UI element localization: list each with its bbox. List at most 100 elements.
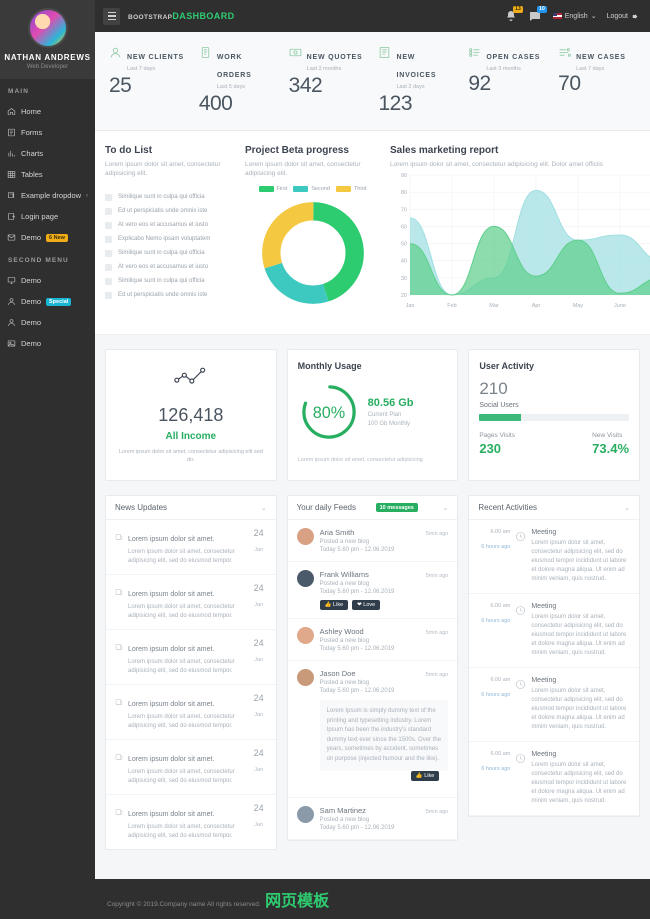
checkbox-icon[interactable] <box>105 208 112 215</box>
todo-item-label: At vero eos et accusamus et iusto <box>118 264 208 270</box>
messages-button[interactable]: 10 <box>529 9 543 23</box>
todo-item[interactable]: Ed ut perspiciatis unde omnis iste <box>105 288 235 302</box>
sidebar-item-main-3[interactable]: Tables <box>0 164 95 185</box>
todo-item-label: Explicabo Nemo ipsam voluptatem <box>118 236 210 242</box>
sidebar-item-main-2[interactable]: Charts <box>0 143 95 164</box>
news-item[interactable]: Lorem ipsum dolor sit amet. Lorem ipsum … <box>106 630 276 685</box>
stat-card-3: NEW INVOICES Last 2 days 123 <box>374 46 460 116</box>
sidebar-item-main-4[interactable]: Example dropdown ‹ <box>0 185 95 206</box>
content-scroll: NEW CLIENTS Last 7 days 25 WORK ORDERS L… <box>95 32 650 879</box>
activity-item[interactable]: 6.00 am 6 hours ago Meeting Lorem ipsum … <box>469 520 639 594</box>
sidebar-item-second-0[interactable]: Demo <box>0 270 95 291</box>
news-month: Jan <box>254 547 263 553</box>
news-item[interactable]: Lorem ipsum dolor sit amet. Lorem ipsum … <box>106 520 276 575</box>
checkbox-icon[interactable] <box>105 236 112 243</box>
news-month: Jan <box>254 602 263 608</box>
stat-title: NEW CLIENTS <box>127 54 184 61</box>
main-area: BOOTSTRAPDASHBOARD 13 10 English ⌄ Logou <box>95 0 650 919</box>
donut-legend: First Second Third <box>245 186 380 192</box>
news-item[interactable]: Lorem ipsum dolor sit amet. Lorem ipsum … <box>106 575 276 630</box>
sidebar-item-label: Tables <box>21 170 43 179</box>
topbar-right: 13 10 English ⌄ Logout <box>505 9 638 23</box>
activity-item[interactable]: 6.00 am 6 hours ago Meeting Lorem ipsum … <box>469 742 639 816</box>
like-button[interactable]: 👍 Like <box>320 600 348 610</box>
chevron-down-icon[interactable]: ⌄ <box>624 504 630 512</box>
todo-item[interactable]: Similique sunt in culpa qui officia <box>105 246 235 260</box>
activity-item[interactable]: 6.00 am 6 hours ago Meeting Lorem ipsum … <box>469 668 639 742</box>
feed-user-name: Ashley Wood <box>320 627 364 636</box>
activity-count: 210 <box>479 379 629 399</box>
feed-item[interactable]: Sam Martinez 5min ago Posted a new blog … <box>288 798 458 840</box>
feed-item[interactable]: Aria Smith 5min ago Posted a new blog To… <box>288 520 458 562</box>
todo-item-label: Similique sunt in culpa qui officia <box>118 194 205 200</box>
activity-ago: 6 hours ago <box>481 692 510 698</box>
charts-icon <box>7 149 16 158</box>
legend-item: Third <box>336 186 367 192</box>
brand-logo[interactable]: BOOTSTRAPDASHBOARD <box>128 11 235 21</box>
checkbox-icon[interactable] <box>105 278 112 285</box>
language-selector[interactable]: English ⌄ <box>553 12 597 20</box>
footer-link[interactable]: 网页模板 <box>265 893 329 910</box>
news-item-desc: Lorem ipsum dolor sit amet, consectetur … <box>128 658 246 676</box>
feed-item[interactable]: Frank Williams 5min ago Posted a new blo… <box>288 562 458 619</box>
feed-top: Frank Williams 5min ago <box>320 570 449 579</box>
todo-item[interactable]: Ed ut perspiciatis unde omnis iste <box>105 204 235 218</box>
checkbox-icon[interactable] <box>105 292 112 299</box>
income-card: 126,418 All Income Lorem ipsum dolor sit… <box>105 349 277 481</box>
usage-footer: Lorem ipsum dolor sit amet, consectetur … <box>298 457 448 463</box>
chevron-down-icon[interactable]: ⌄ <box>261 504 267 512</box>
notifications-button[interactable]: 13 <box>505 9 519 23</box>
feed-action: Posted a new blog <box>320 581 449 587</box>
todo-item[interactable]: Similique sunt in culpa qui officia <box>105 274 235 288</box>
news-item[interactable]: Lorem ipsum dolor sit amet. Lorem ipsum … <box>106 795 276 849</box>
news-day: 24 <box>251 748 267 758</box>
sidebar-item-second-3[interactable]: Demo <box>0 333 95 354</box>
todo-item[interactable]: Explicabo Nemo ipsam voluptatem <box>105 232 235 246</box>
activity-item-title: Meeting <box>531 529 630 536</box>
news-date: 24 Jan <box>251 583 267 621</box>
sidebar-item-main-0[interactable]: Home <box>0 101 95 122</box>
feed-item[interactable]: Jason Doe 5min ago Posted a new blog Tod… <box>288 661 458 798</box>
profile-role: Web Developer <box>4 64 91 70</box>
news-date: 24 Jan <box>251 693 267 731</box>
menu-toggle-button[interactable] <box>103 8 120 25</box>
checkbox-icon[interactable] <box>105 194 112 201</box>
legend-swatch <box>259 186 274 192</box>
checkbox-icon[interactable] <box>105 264 112 271</box>
feed-timestamp: 5min ago <box>426 573 449 579</box>
svg-text:30: 30 <box>401 276 407 282</box>
sidebar-item-second-1[interactable]: Demo Special <box>0 291 95 312</box>
todo-item[interactable]: Similique sunt in culpa qui officia <box>105 190 235 204</box>
checkbox-icon[interactable] <box>105 222 112 229</box>
checkbox-icon[interactable] <box>105 250 112 257</box>
news-item[interactable]: Lorem ipsum dolor sit amet. Lorem ipsum … <box>106 740 276 795</box>
sidebar-item-main-1[interactable]: Forms <box>0 122 95 143</box>
feed-item[interactable]: Ashley Wood 5min ago Posted a new blog T… <box>288 619 458 661</box>
sidebar-item-label: Charts <box>21 149 43 158</box>
sidebar-item-label: Demo <box>21 297 41 306</box>
sidebar-item-second-2[interactable]: Demo <box>0 312 95 333</box>
news-item[interactable]: Lorem ipsum dolor sit amet. Lorem ipsum … <box>106 685 276 740</box>
activity-time: 6.00 am 6 hours ago <box>478 603 510 658</box>
activity-time: 6.00 am 6 hours ago <box>478 677 510 732</box>
love-button[interactable]: ❤ Love <box>352 600 380 610</box>
todo-item[interactable]: At vero eos et accusamus et iusto <box>105 218 235 232</box>
image-icon <box>7 339 16 348</box>
like-button[interactable]: 👍 Like <box>411 771 439 781</box>
sidebar-item-main-6[interactable]: Demo 6 New <box>0 227 95 248</box>
todo-item[interactable]: At vero eos et accusamus et iusto <box>105 260 235 274</box>
sidebar-item-main-5[interactable]: Login page <box>0 206 95 227</box>
stat-text: NEW CLIENTS Last 7 days <box>127 46 184 72</box>
activity-title: User Activity <box>479 361 629 371</box>
news-month: Jan <box>254 657 263 663</box>
activity-body: Meeting Lorem ipsum dolor sit amet, cons… <box>531 677 630 732</box>
message-count: 10 <box>537 6 547 13</box>
stat-card-4: OPEN CASES Last 3 months 92 <box>464 46 550 116</box>
activity-item-title: Meeting <box>531 603 630 610</box>
activity-item[interactable]: 6.00 am 6 hours ago Meeting Lorem ipsum … <box>469 594 639 668</box>
legend-label: First <box>277 186 288 192</box>
logout-button[interactable]: Logout <box>607 13 638 20</box>
sidebar: NATHAN ANDREWS Web Developer MAIN Home F… <box>0 0 95 919</box>
svg-text:May: May <box>573 303 584 309</box>
chevron-down-icon[interactable]: ⌄ <box>442 504 448 512</box>
